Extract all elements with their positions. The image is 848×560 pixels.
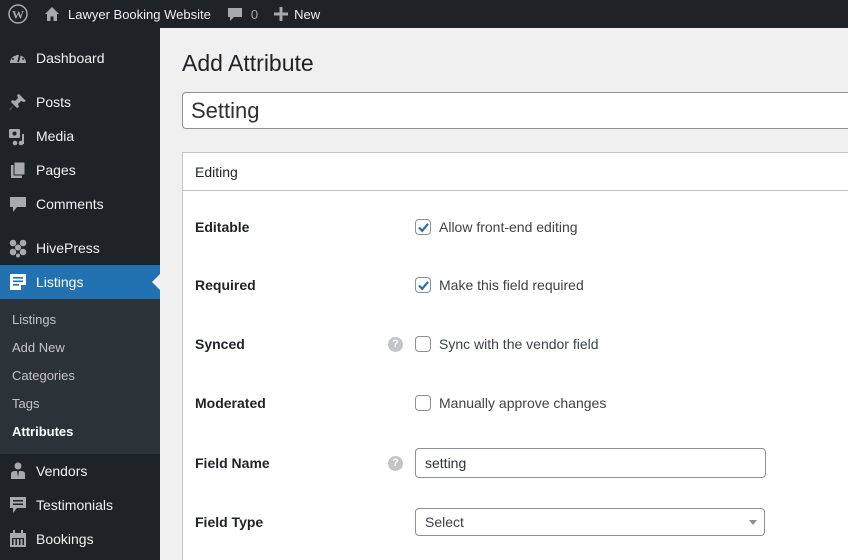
field-label: Moderated	[195, 395, 266, 411]
sidebar-item-label: Listings	[36, 274, 84, 290]
field-label: Field Name	[195, 455, 270, 471]
checkbox-label: Sync with the vendor field	[439, 336, 599, 352]
vendor-icon	[8, 461, 28, 481]
wordpress-logo-button[interactable]: W	[0, 0, 36, 28]
required-option[interactable]: Make this field required	[415, 277, 584, 293]
checkbox-label: Make this field required	[439, 277, 584, 293]
field-type-select[interactable]: Select	[415, 508, 765, 536]
dashboard-icon	[8, 48, 28, 68]
editable-checkbox[interactable]	[415, 219, 431, 235]
metabox-title: Editing	[195, 163, 238, 180]
checkmark-icon	[417, 222, 429, 232]
comments-link[interactable]: 0	[219, 0, 266, 28]
calendar-icon	[8, 529, 28, 549]
moderated-option[interactable]: Manually approve changes	[415, 395, 606, 411]
sidebar-item-listings[interactable]: Listings	[0, 265, 160, 299]
field-row-required: Required Make this field required	[183, 265, 848, 305]
media-icon	[8, 126, 28, 146]
metabox-header: Editing	[183, 153, 848, 191]
field-row-moderated: Moderated Manually approve changes	[183, 383, 848, 423]
submenu-item-listings[interactable]: Listings	[0, 306, 160, 334]
sidebar-item-comments[interactable]: Comments	[0, 187, 160, 221]
field-row-field-type: Field Type Select	[183, 502, 848, 542]
sidebar-item-label: Testimonials	[36, 497, 114, 513]
submenu-item-tags[interactable]: Tags	[0, 390, 160, 418]
field-row-editable: Editable Allow front-end editing	[183, 207, 848, 247]
submenu-item-categories[interactable]: Categories	[0, 362, 160, 390]
field-name-input[interactable]: setting	[415, 448, 766, 478]
sidebar-item-label: HivePress	[36, 240, 100, 256]
pin-icon	[8, 92, 28, 112]
site-name-link[interactable]: Lawyer Booking Website	[36, 0, 219, 28]
comment-icon	[227, 6, 243, 22]
admin-bar: W Lawyer Booking Website 0 New	[0, 0, 848, 28]
svg-text:W: W	[12, 8, 24, 22]
field-label: Required	[195, 277, 256, 293]
submenu-item-attributes[interactable]: Attributes	[0, 418, 160, 446]
hivepress-icon	[8, 238, 28, 258]
admin-sidebar: Dashboard Posts Media Pages Comments Hiv…	[0, 28, 160, 560]
editing-metabox: Editing Editable Allow front-end editing…	[182, 152, 848, 560]
comments-count: 0	[250, 6, 259, 22]
sidebar-item-vendors[interactable]: Vendors	[0, 454, 160, 488]
sidebar-item-label: Bookings	[36, 531, 94, 547]
synced-checkbox[interactable]	[415, 336, 431, 352]
sidebar-item-label: Media	[36, 128, 75, 144]
wordpress-logo-icon: W	[8, 4, 28, 24]
listings-submenu: Listings Add New Categories Tags Attribu…	[0, 299, 160, 454]
listings-icon	[8, 272, 28, 292]
help-icon[interactable]: ?	[388, 455, 403, 471]
sidebar-item-pages[interactable]: Pages	[0, 153, 160, 187]
editable-option[interactable]: Allow front-end editing	[415, 219, 578, 235]
sidebar-item-label: Posts	[36, 94, 72, 110]
moderated-checkbox[interactable]	[415, 395, 431, 411]
submenu-item-add-new[interactable]: Add New	[0, 334, 160, 362]
required-checkbox[interactable]	[415, 277, 431, 293]
main-content: Add Attribute Setting Editing Editable A…	[160, 28, 848, 560]
field-row-field-name: Field Name ? setting	[183, 443, 848, 483]
sidebar-item-label: Pages	[36, 162, 76, 178]
home-icon	[44, 6, 60, 22]
checkmark-icon	[417, 280, 429, 290]
new-label: New	[294, 6, 321, 22]
sidebar-item-media[interactable]: Media	[0, 119, 160, 153]
pages-icon	[8, 160, 28, 180]
site-name: Lawyer Booking Website	[68, 6, 211, 22]
sidebar-item-hivepress[interactable]: HivePress	[0, 231, 160, 265]
comment-icon	[8, 194, 28, 214]
testimonial-icon	[8, 495, 28, 515]
sidebar-item-bookings[interactable]: Bookings	[0, 522, 160, 556]
attribute-title-input[interactable]: Setting	[182, 92, 848, 129]
sidebar-item-dashboard[interactable]: Dashboard	[0, 41, 160, 75]
checkbox-label: Allow front-end editing	[439, 219, 578, 235]
checkbox-label: Manually approve changes	[439, 395, 607, 411]
sidebar-item-label: Vendors	[36, 463, 88, 479]
help-icon[interactable]: ?	[388, 336, 403, 352]
field-label: Editable	[195, 219, 250, 235]
sidebar-item-testimonials[interactable]: Testimonials	[0, 488, 160, 522]
synced-option[interactable]: Sync with the vendor field	[415, 336, 599, 352]
field-row-synced: Synced ? Sync with the vendor field	[183, 324, 848, 364]
sidebar-item-label: Dashboard	[36, 50, 105, 66]
new-content-button[interactable]: New	[266, 0, 328, 28]
sidebar-item-posts[interactable]: Posts	[0, 85, 160, 119]
selected-value: Select	[425, 514, 464, 530]
plus-icon	[274, 7, 289, 21]
field-label: Synced	[195, 336, 245, 352]
dropdown-arrow-icon	[749, 520, 757, 525]
sidebar-item-label: Comments	[36, 196, 104, 212]
field-label: Field Type	[195, 514, 264, 530]
page-title: Add Attribute	[182, 50, 314, 76]
